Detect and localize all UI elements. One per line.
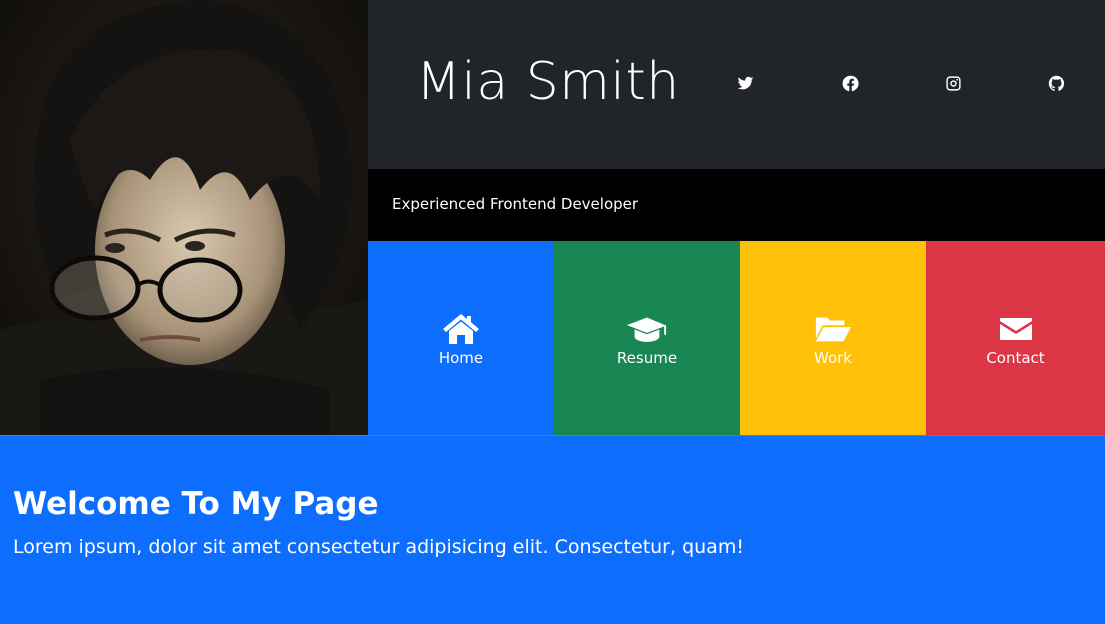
instagram-link[interactable] (942, 72, 964, 94)
github-icon (1048, 75, 1064, 91)
site-title: Mia Smith (416, 52, 680, 112)
nav-label-work: Work (814, 349, 852, 367)
envelope-icon (999, 318, 1032, 340)
tagline: Experienced Frontend Developer (392, 195, 639, 213)
welcome-heading: Welcome To My Page (13, 486, 379, 522)
profile-photo (0, 0, 368, 435)
tagline-bar: Experienced Frontend Developer (368, 169, 1105, 241)
github-link[interactable] (1045, 72, 1067, 94)
header: Mia Smith (368, 0, 1105, 169)
nav-label-resume: Resume (616, 349, 678, 367)
home-icon (443, 314, 479, 344)
facebook-link[interactable] (839, 72, 861, 94)
nav-tile-contact[interactable]: Contact (926, 241, 1105, 435)
welcome-section: Welcome To My Page Lorem ipsum, dolor si… (0, 435, 1105, 624)
nav-label-home: Home (438, 349, 484, 367)
nav-tile-work[interactable]: Work (740, 241, 926, 435)
twitter-link[interactable] (734, 72, 756, 94)
facebook-icon (842, 75, 859, 91)
welcome-text: Lorem ipsum, dolor sit amet consectetur … (13, 536, 744, 558)
nav-label-contact: Contact (986, 349, 1045, 367)
instagram-icon (945, 75, 961, 91)
nav-tile-home[interactable]: Home (368, 241, 554, 435)
twitter-icon (737, 76, 753, 89)
folder-open-icon (815, 317, 852, 342)
nav-tile-resume[interactable]: Resume (554, 241, 740, 435)
graduation-cap-icon (626, 317, 667, 342)
